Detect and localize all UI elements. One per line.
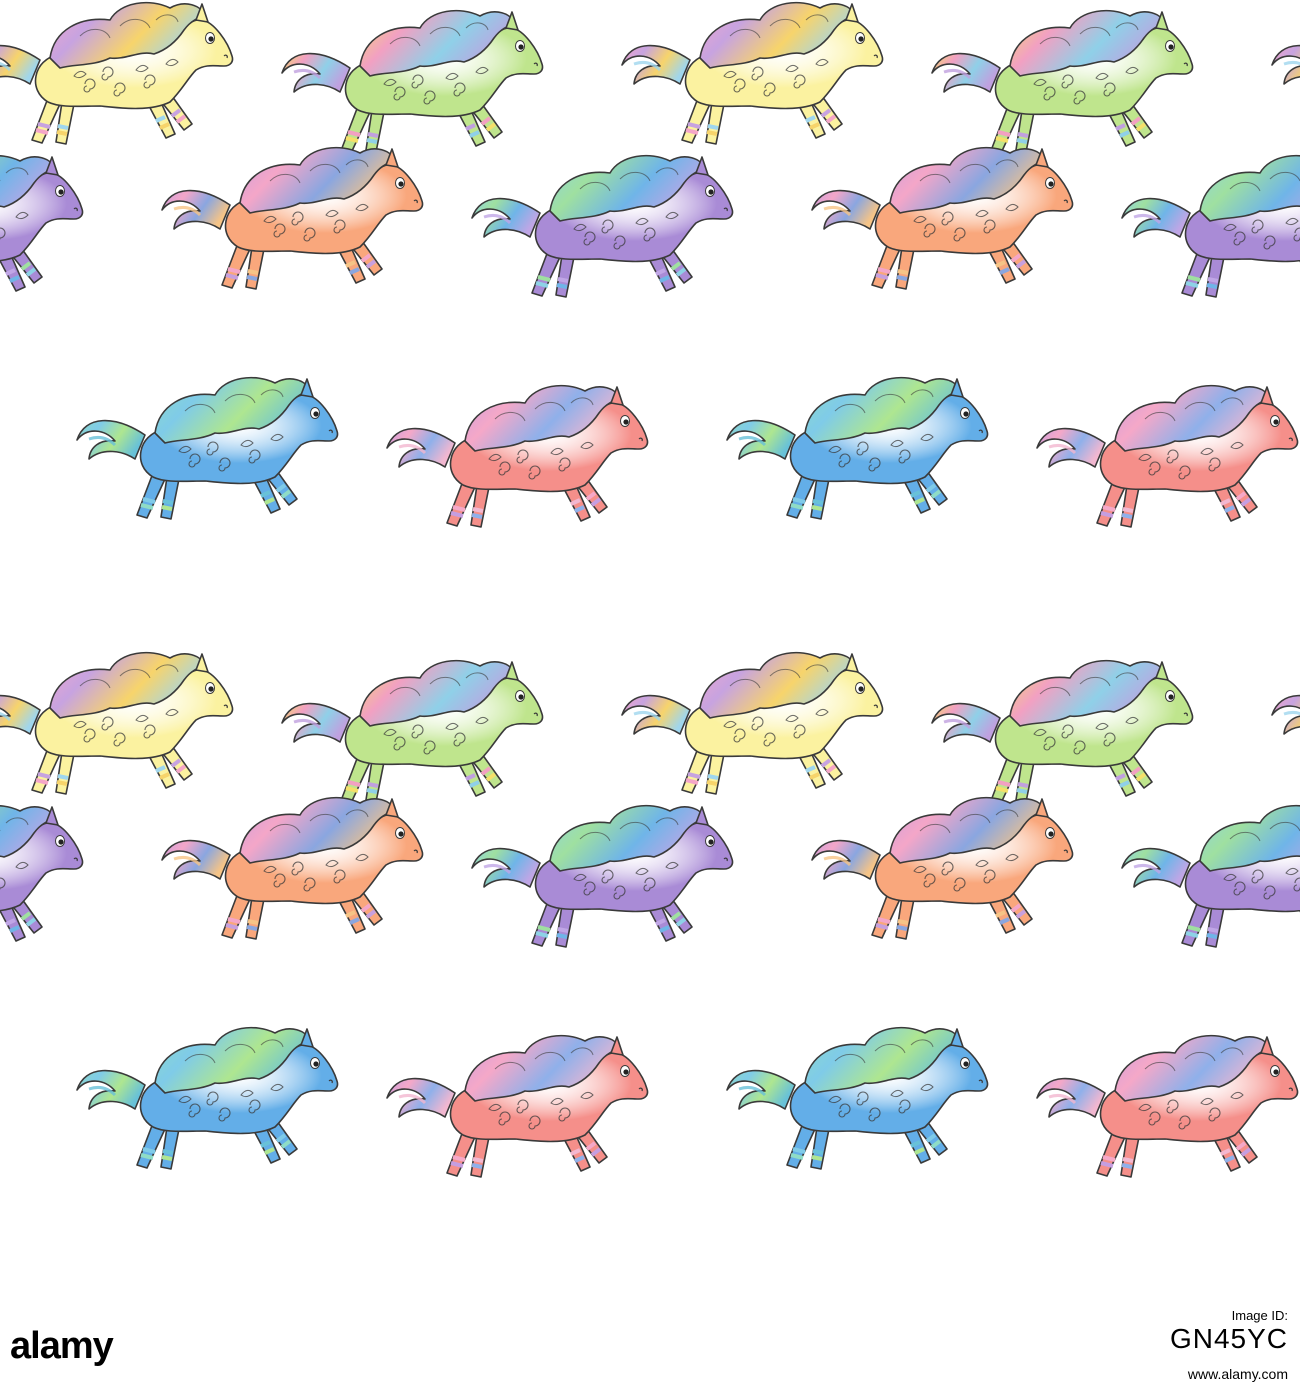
horse-pink <box>1036 1034 1299 1178</box>
image-id-label: Image ID: <box>1231 1308 1288 1323</box>
horse-blue <box>726 1026 989 1170</box>
horse-purple <box>471 804 734 948</box>
image-id-value: GN45YC <box>1169 1323 1288 1354</box>
horse-orange <box>161 796 424 940</box>
image-id-block: Image ID: GN45YC <box>1170 1308 1288 1355</box>
horse-orange <box>811 146 1074 290</box>
stock-footer: alamy Image ID: GN45YC www.alamy.com <box>0 1300 1300 1390</box>
horse-blue <box>726 376 989 520</box>
horse-yellow <box>1271 694 1300 735</box>
horse-blue <box>76 1026 339 1170</box>
horse-pink <box>386 384 649 528</box>
horse-yellow <box>1271 44 1300 85</box>
horse-yellow <box>621 651 884 795</box>
horse-pattern-canvas <box>0 1 1300 1178</box>
horse-green <box>931 9 1194 153</box>
horse-purple <box>1121 804 1300 948</box>
horse-orange <box>161 146 424 290</box>
horse-yellow <box>0 1 234 145</box>
horse-yellow <box>621 1 884 145</box>
horse-yellow <box>0 651 234 795</box>
horse-group <box>0 1 1300 1178</box>
horse-purple <box>0 155 84 292</box>
horse-green <box>281 659 544 803</box>
horse-green <box>931 659 1194 803</box>
horse-purple <box>1121 154 1300 298</box>
horse-purple <box>471 154 734 298</box>
horse-purple <box>0 805 84 942</box>
horse-pink <box>1036 384 1299 528</box>
horse-green <box>281 9 544 153</box>
horse-orange <box>811 796 1074 940</box>
horse-blue <box>76 376 339 520</box>
site-url: www.alamy.com <box>1187 1366 1288 1382</box>
horse-pattern <box>0 0 1300 1300</box>
horse-pink <box>386 1034 649 1178</box>
brand-logo: alamy <box>10 1325 114 1367</box>
